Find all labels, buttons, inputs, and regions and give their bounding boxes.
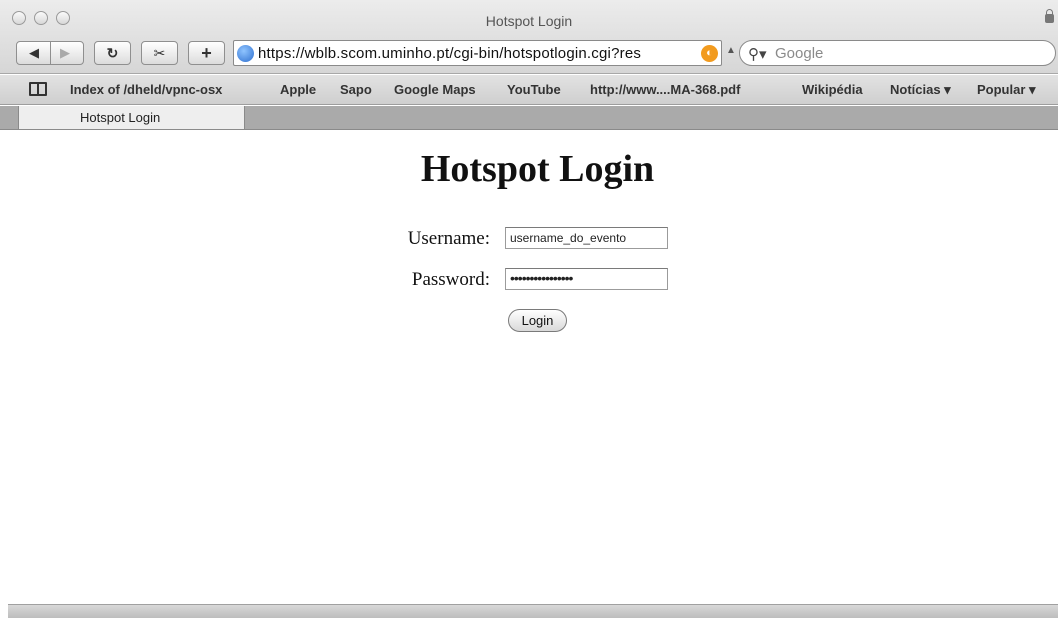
- forward-arrow-icon[interactable]: ▶: [60, 45, 70, 61]
- back-arrow-icon[interactable]: ◀: [29, 45, 39, 61]
- globe-icon: [237, 45, 254, 62]
- status-bar: [8, 604, 1058, 618]
- reload-button[interactable]: ↻: [94, 41, 131, 65]
- username-label: Username:: [407, 228, 490, 249]
- password-label: Password:: [411, 269, 490, 290]
- webclip-button[interactable]: ✂: [141, 41, 178, 65]
- username-field[interactable]: username_do_evento: [505, 227, 668, 249]
- address-url[interactable]: https://wblb.scom.uminho.pt/cgi-bin/hots…: [258, 45, 703, 62]
- tab-hotspot-login[interactable]: Hotspot Login: [18, 106, 245, 130]
- search-icon[interactable]: ⚲▾: [748, 45, 767, 63]
- bookmark-item[interactable]: Sapo: [340, 82, 372, 97]
- bookmark-item[interactable]: Wikipédia: [802, 82, 863, 97]
- rss-icon[interactable]: ◐: [701, 45, 718, 62]
- bookmark-folder-noticias[interactable]: Notícias ▾: [890, 82, 951, 98]
- window-titlebar: Hotspot Login ◀ ▶ ↻ ✂ + https://wblb.sco…: [0, 0, 1058, 74]
- window-title: Hotspot Login: [485, 13, 573, 29]
- webclip-scissors-icon: ✂: [153, 44, 166, 61]
- bookmarks-book-icon[interactable]: [29, 82, 47, 96]
- password-field[interactable]: ••••••••••••••••: [505, 268, 668, 290]
- page-title: Hotspot Login: [420, 148, 655, 190]
- plus-icon: +: [201, 42, 212, 63]
- bookmark-item[interactable]: YouTube: [507, 82, 561, 97]
- tab-bar: Hotspot Login: [0, 106, 1058, 130]
- search-field[interactable]: ⚲▾ Google: [739, 40, 1056, 66]
- login-button[interactable]: Login: [508, 309, 567, 332]
- address-dropdown-caret-icon[interactable]: ▲: [726, 45, 736, 56]
- bookmark-item[interactable]: http://www....MA-368.pdf: [590, 82, 740, 97]
- reload-icon: ↻: [106, 44, 119, 61]
- bookmarks-bar: Index of /dheld/vpnc-osx Apple Sapo Goog…: [0, 75, 1058, 105]
- search-placeholder: Google: [775, 45, 824, 62]
- divider: [50, 41, 51, 65]
- page-content: Hotspot Login Username: username_do_even…: [0, 131, 1058, 604]
- bookmark-folder-popular[interactable]: Popular ▾: [977, 82, 1036, 98]
- tab-label: Hotspot Login: [80, 110, 161, 125]
- bookmark-item[interactable]: Index of /dheld/vpnc-osx: [70, 82, 222, 97]
- address-bar[interactable]: https://wblb.scom.uminho.pt/cgi-bin/hots…: [233, 40, 722, 66]
- add-bookmark-button[interactable]: +: [188, 41, 225, 65]
- bookmark-item[interactable]: Google Maps: [394, 82, 476, 97]
- lock-icon: [1045, 9, 1054, 23]
- bookmark-item[interactable]: Apple: [280, 82, 316, 97]
